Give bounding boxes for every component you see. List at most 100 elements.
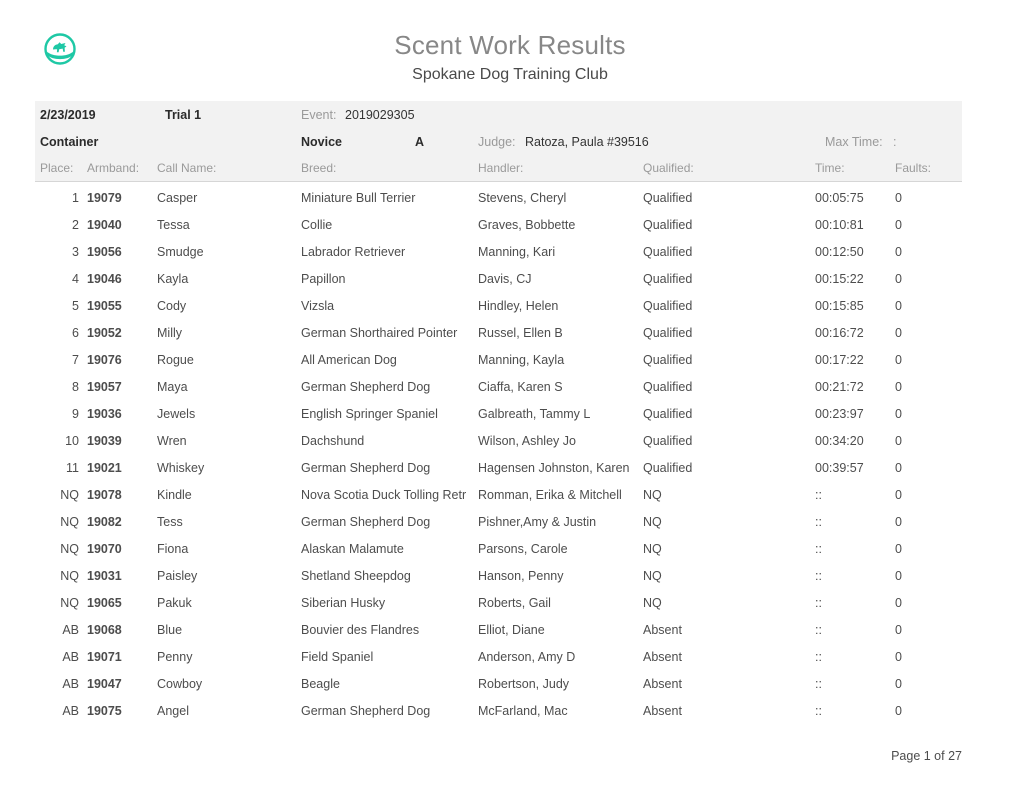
trial-number: Trial 1: [165, 107, 202, 122]
cell-breed: Alaskan Malamute: [301, 541, 404, 556]
cell-call-name: Blue: [157, 622, 183, 637]
table-row: 10 19039 Wren Dachshund Wilson, Ashley Jo Qua…: [35, 427, 962, 454]
table-row: 4 19046 Kayla Papillon Davis, CJ Qualified 00:…: [35, 265, 962, 292]
cell-call-name: Tessa: [157, 217, 190, 232]
cell-breed: Shetland Sheepdog: [301, 568, 411, 583]
cell-armband: 19056: [87, 244, 122, 259]
cell-place: 1: [72, 190, 79, 205]
cell-place: 8: [72, 379, 79, 394]
cell-armband: 19046: [87, 271, 122, 286]
max-time-value: :: [893, 134, 897, 149]
cell-time: 00:10:81: [815, 217, 864, 232]
cell-time: ::: [815, 649, 822, 664]
cell-qualified: NQ: [643, 514, 662, 529]
cell-call-name: Fiona: [157, 541, 189, 556]
cell-call-name: Pakuk: [157, 595, 192, 610]
cell-time: 00:34:20: [815, 433, 864, 448]
cell-faults: 0: [895, 460, 902, 475]
table-row: 8 19057 Maya German Shepherd Dog Ciaffa, Kar…: [35, 373, 962, 400]
cell-armband: 19047: [87, 676, 122, 691]
cell-armband: 19078: [87, 487, 122, 502]
results-table-header: Place: Armband: Call Name: Breed: Handle…: [35, 155, 962, 182]
cell-qualified: Qualified: [643, 406, 693, 421]
cell-handler: Pishner,Amy & Justin: [478, 514, 597, 529]
cell-armband: 19065: [87, 595, 122, 610]
cell-time: 00:17:22: [815, 352, 864, 367]
cell-call-name: Angel: [157, 703, 189, 718]
cell-call-name: Kayla: [157, 271, 189, 286]
table-row: 9 19036 Jewels English Springer Spaniel Galb…: [35, 400, 962, 427]
cell-qualified: Absent: [643, 649, 682, 664]
table-row: 3 19056 Smudge Labrador Retriever Manning, K…: [35, 238, 962, 265]
cell-faults: 0: [895, 406, 902, 421]
cell-call-name: Smudge: [157, 244, 204, 259]
cell-qualified: Absent: [643, 676, 682, 691]
title-block: Scent Work Results Spokane Dog Training …: [0, 30, 1020, 86]
column-header-breed: Breed:: [301, 161, 337, 175]
column-header-armband: Armband:: [87, 161, 140, 175]
element-name: Container: [40, 134, 99, 149]
cell-handler: Hagensen Johnston, Karen: [478, 460, 630, 475]
cell-time: 00:16:72: [815, 325, 864, 340]
cell-breed: Siberian Husky: [301, 595, 386, 610]
cell-time: ::: [815, 568, 822, 583]
column-header-qualified: Qualified:: [643, 161, 694, 175]
cell-breed: Nova Scotia Duck Tolling Retr: [301, 487, 467, 502]
club-name: Spokane Dog Training Club: [412, 66, 608, 83]
cell-faults: 0: [895, 649, 902, 664]
table-row: NQ 19031 Paisley Shetland Sheepdog Hanson, P…: [35, 562, 962, 589]
trial-info-band: 2/23/2019 Trial 1 Event: 2019029305 Cont…: [35, 101, 962, 182]
cell-place: NQ: [60, 541, 79, 556]
cell-armband: 19071: [87, 649, 122, 664]
cell-breed: Papillon: [301, 271, 346, 286]
table-row: NQ 19078 Kindle Nova Scotia Duck Tolling Re…: [35, 481, 962, 508]
cell-call-name: Cody: [157, 298, 187, 313]
cell-handler: Hanson, Penny: [478, 568, 564, 583]
cell-qualified: Qualified: [643, 244, 693, 259]
cell-handler: McFarland, Mac: [478, 703, 568, 718]
cell-qualified: Qualified: [643, 217, 693, 232]
cell-armband: 19040: [87, 217, 122, 232]
cell-faults: 0: [895, 487, 902, 502]
cell-handler: Manning, Kayla: [478, 352, 565, 367]
cell-qualified: Qualified: [643, 433, 693, 448]
cell-armband: 19057: [87, 379, 122, 394]
table-row: NQ 19070 Fiona Alaskan Malamute Parsons, Car…: [35, 535, 962, 562]
page-number: Page 1 of 27: [891, 749, 962, 763]
cell-breed: German Shepherd Dog: [301, 460, 431, 475]
cell-time: 00:15:85: [815, 298, 864, 313]
cell-place: NQ: [60, 487, 79, 502]
cell-handler: Graves, Bobbette: [478, 217, 576, 232]
cell-breed: German Shepherd Dog: [301, 703, 431, 718]
cell-faults: 0: [895, 676, 902, 691]
cell-qualified: Qualified: [643, 190, 693, 205]
cell-qualified: NQ: [643, 487, 662, 502]
cell-qualified: Qualified: [643, 325, 693, 340]
cell-handler: Hindley, Helen: [478, 298, 559, 313]
cell-place: 3: [72, 244, 79, 259]
cell-faults: 0: [895, 244, 902, 259]
judge-name: Ratoza, Paula #39516: [525, 134, 649, 149]
cell-faults: 0: [895, 568, 902, 583]
cell-place: 7: [72, 352, 79, 367]
max-time-label: Max Time:: [825, 134, 883, 149]
cell-call-name: Rogue: [157, 352, 194, 367]
cell-faults: 0: [895, 541, 902, 556]
cell-qualified: NQ: [643, 568, 662, 583]
cell-faults: 0: [895, 352, 902, 367]
cell-time: ::: [815, 622, 822, 637]
cell-place: NQ: [60, 568, 79, 583]
cell-breed: German Shorthaired Pointer: [301, 325, 458, 340]
results-page: Scent Work Results Spokane Dog Training …: [0, 0, 1020, 788]
trial-date: 2/23/2019: [40, 107, 96, 122]
cell-time: 00:15:22: [815, 271, 864, 286]
cell-handler: Elliot, Diane: [478, 622, 545, 637]
cell-time: ::: [815, 676, 822, 691]
cell-faults: 0: [895, 217, 902, 232]
table-row: NQ 19082 Tess German Shepherd Dog Pishner,Am…: [35, 508, 962, 535]
cell-armband: 19068: [87, 622, 122, 637]
cell-call-name: Jewels: [157, 406, 196, 421]
column-header-place: Place:: [40, 161, 74, 175]
column-header-handler: Handler:: [478, 161, 524, 175]
cell-qualified: NQ: [643, 595, 662, 610]
